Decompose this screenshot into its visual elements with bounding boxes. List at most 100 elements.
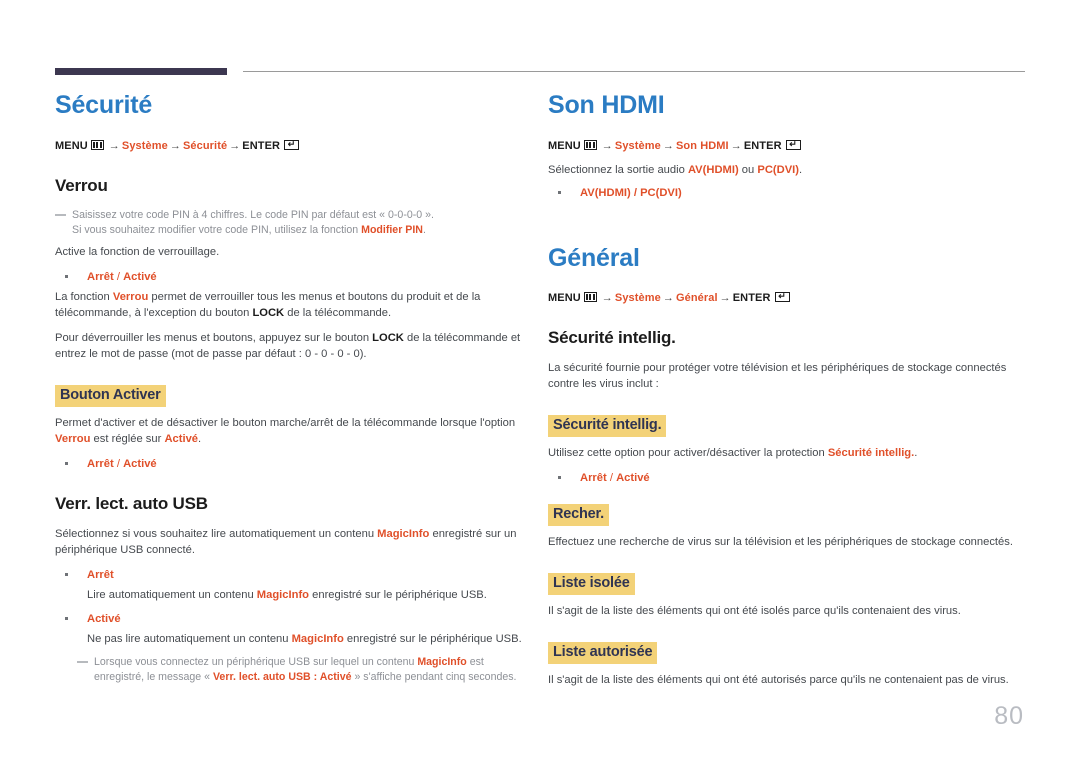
verrou-p1-lock: LOCK: [252, 306, 285, 319]
bouton-activer-para: Permet d'activer et de désactiver le bou…: [55, 415, 535, 447]
liste-autorisee-para: Il s'agit de la liste des éléments qui o…: [548, 674, 1009, 686]
menu-label: MENU: [55, 139, 88, 152]
menu-icon: [583, 139, 597, 150]
hdmi-intro-accent-1: AV(HDMI): [687, 163, 739, 176]
arrow-2: →: [662, 139, 674, 152]
menu-item-securite: Sécurité: [182, 139, 228, 152]
label-liste-autorisee: Liste autorisée: [548, 642, 658, 664]
verrou-p2-a: Pour déverrouiller les menus et boutons,…: [55, 331, 373, 344]
si-a: Utilisez cette option pour activer/désac…: [548, 447, 828, 459]
verrou-para-1: La fonction Verrou permet de verrouiller…: [55, 289, 535, 321]
note-pin-line1: Saisissez votre code PIN à 4 chiffres. L…: [72, 208, 434, 221]
menu-item-son-hdmi: Son HDMI: [675, 139, 729, 152]
note-usb-a: Lorsque vous connectez un périphérique U…: [94, 655, 418, 668]
hdmi-intro-accent-2: PC(DVI): [757, 163, 800, 176]
verr-lect-intro: Sélectionnez si vous souhaitez lire auto…: [55, 526, 535, 558]
verrou-p1-c: de la télécommande.: [284, 306, 392, 319]
ba-bullet-on: Activé: [123, 457, 157, 470]
arrow-2: →: [169, 139, 181, 152]
menu-icon: [90, 139, 104, 150]
note-usb-connect: Lorsque vous connectez un périphérique U…: [77, 655, 535, 685]
securite-intellig-para: Utilisez cette option pour activer/désac…: [548, 445, 1028, 461]
usb-arret-accent: MagicInfo: [256, 588, 310, 601]
heading-verr-lect-auto-usb: Verr. lect. auto USB: [55, 493, 208, 513]
note-usb-c: » s'affiche pendant cinq secondes.: [351, 670, 517, 683]
header-rule: [55, 66, 1025, 76]
note-pin-accent: Modifier PIN: [361, 223, 423, 236]
menu-item-general: Général: [675, 292, 718, 304]
arrow-1: →: [108, 139, 120, 152]
bullet-separator: /: [113, 270, 124, 283]
ba-bullet-sep: /: [113, 457, 124, 470]
arrow-1: →: [601, 292, 613, 304]
arrow-1: →: [601, 139, 613, 152]
usb-arret-desc: Lire automatiquement un contenu MagicInf…: [55, 587, 535, 603]
heading-securite-intellig: Sécurité intellig.: [548, 328, 676, 347]
menu-label-hdmi: MENU: [548, 139, 581, 152]
menu-item-systeme: Système: [614, 292, 661, 304]
si-bullet-off: Arrêt: [580, 472, 607, 484]
enter-label: ENTER: [242, 139, 281, 152]
ba-a: Permet d'activer et de désactiver le bou…: [55, 416, 516, 429]
page-title-son-hdmi: Son HDMI: [548, 91, 665, 119]
usb-arret-b: enregistré sur le périphérique USB.: [309, 588, 487, 601]
arrow-2: →: [662, 292, 674, 304]
note-usb-accent-2: Verr. lect. auto USB : Activé: [212, 670, 352, 683]
vl-intro-a: Sélectionnez si vous souhaitez lire auto…: [55, 527, 378, 540]
enter-icon: ↵: [774, 292, 790, 302]
ba-bullet-off: Arrêt: [87, 457, 114, 470]
label-securite-intellig: Sécurité intellig.: [548, 415, 667, 437]
verrou-p1-accent: Verrou: [112, 290, 149, 303]
usb-active-a: Ne pas lire automatiquement un contenu: [87, 632, 292, 645]
menu-label-general: MENU: [548, 292, 581, 304]
menu-icon: [583, 292, 597, 302]
usb-active-desc: Ne pas lire automatiquement un contenu M…: [55, 631, 535, 647]
bullet-off-label: Arrêt: [87, 270, 114, 283]
bullet-on-label: Activé: [123, 270, 157, 283]
menu-path-general: MENU → Système → Général → ENTER ↵: [548, 290, 1028, 306]
header-rule-line: [243, 71, 1025, 72]
si-bullet-on: Activé: [616, 472, 650, 484]
menu-path-son-hdmi: MENU → Système → Son HDMI → ENTER ↵: [548, 138, 1028, 154]
enter-label: ENTER: [743, 139, 782, 152]
page-title-general: Général: [548, 243, 640, 272]
hdmi-intro-c: .: [799, 163, 803, 176]
verrou-intro: Active la fonction de verrouillage.: [55, 245, 220, 258]
arrow-3: →: [229, 139, 241, 152]
usb-active-accent: MagicInfo: [291, 632, 344, 645]
note-pin-line2b: .: [422, 223, 426, 236]
bullet-bouton-activer-options: Arrêt / Activé: [55, 456, 535, 472]
verrou-p2-lock: LOCK: [372, 331, 404, 344]
ba-b: est réglée sur: [90, 432, 165, 445]
left-column: Sécurité MENU → Système → Sécurité → ENTER ↵ Ve…: [55, 91, 535, 691]
son-hdmi-intro: Sélectionnez la sortie audio AV(HDMI) ou…: [548, 162, 1028, 178]
liste-isolee-para: Il s'agit de la liste des éléments qui o…: [548, 605, 961, 617]
enter-label: ENTER: [732, 292, 771, 304]
arrow-3: →: [730, 139, 742, 152]
bullet-usb-active: Activé: [55, 611, 535, 627]
verrou-para-2: Pour déverrouiller les menus et boutons,…: [55, 330, 535, 362]
enter-icon: ↵: [785, 139, 801, 150]
hdmi-intro-b: ou: [738, 163, 758, 176]
si-b: .: [914, 447, 918, 459]
label-recher: Recher.: [548, 504, 609, 526]
page-number: 80: [994, 702, 1024, 730]
usb-active-b: enregistré sur le périphérique USB.: [343, 632, 522, 645]
verrou-p1-a: La fonction: [55, 290, 113, 303]
label-liste-isolee: Liste isolée: [548, 573, 635, 595]
bullet-hdmi-options: AV(HDMI) / PC(DVI): [548, 185, 1028, 201]
note-pin-line2a: Si vous souhaitez modifier votre code PI…: [72, 223, 362, 236]
menu-path-securite: MENU → Système → Sécurité → ENTER ↵: [55, 138, 535, 154]
menu-item-systeme: Système: [121, 139, 168, 152]
enter-icon: ↵: [284, 139, 300, 150]
si-bullet-sep: /: [606, 472, 617, 484]
heading-verrou: Verrou: [55, 175, 108, 195]
menu-item-systeme: Système: [614, 139, 661, 152]
right-column: Son HDMI MENU → Système → Son HDMI → ENTER ↵ Sé…: [548, 91, 1028, 697]
ba-c: .: [198, 432, 202, 445]
bullet-securite-intellig-options: Arrêt / Activé: [548, 470, 1028, 486]
hdmi-intro-a: Sélectionnez la sortie audio: [548, 163, 688, 176]
recher-para: Effectuez une recherche de virus sur la …: [548, 536, 1013, 548]
arrow-3: →: [719, 292, 731, 304]
bullet-verrou-options: Arrêt / Activé: [55, 269, 535, 285]
